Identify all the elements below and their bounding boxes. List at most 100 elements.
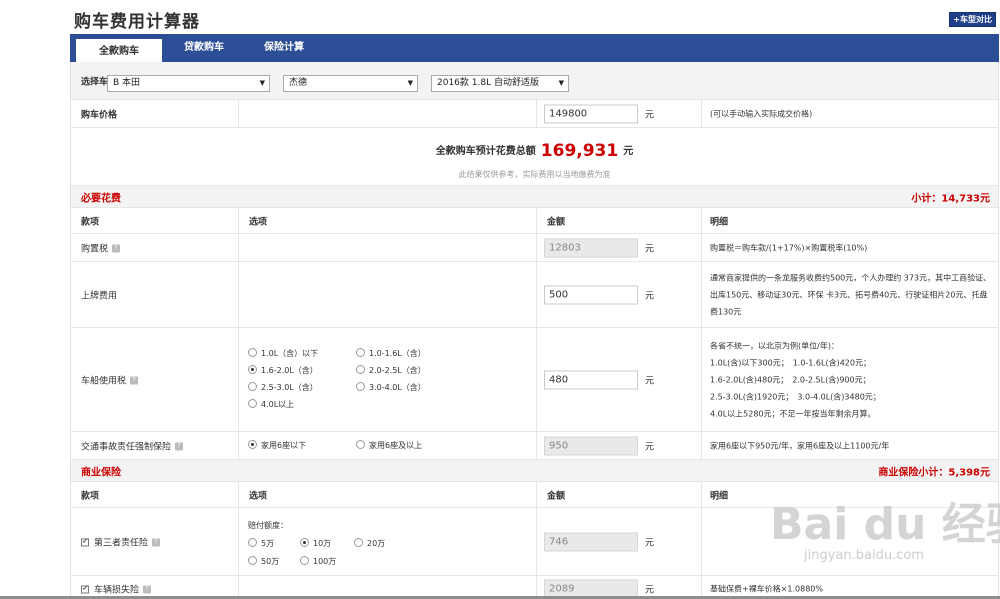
coverage-title: 赔付额度： <box>248 521 288 530</box>
chevron-down-icon: ▼ <box>558 79 564 87</box>
series-select[interactable]: 杰德 ▼ <box>283 75 418 92</box>
radio-icon <box>356 440 365 449</box>
chevron-down-icon: ▼ <box>407 79 413 87</box>
header-detail: 明细 <box>710 491 729 501</box>
purchase-tax-unit: 元 <box>645 244 655 254</box>
total-prefix: 全款购车预计花费总额 <box>435 146 536 157</box>
displacement-option[interactable]: 1.0-1.6L（含） <box>356 348 426 359</box>
commercial-subtotal: 商业保险小计：5,398元 <box>878 467 990 478</box>
header-amount: 金额 <box>547 217 566 227</box>
radio-icon <box>356 365 365 374</box>
vehicle-damage-detail: 基础保费+裸车价格×1.0880% <box>710 584 823 593</box>
coverage-option[interactable]: 100万 <box>300 556 336 567</box>
radio-icon <box>248 348 257 357</box>
radio-selected-icon <box>300 538 309 547</box>
calculator-panel: 选择车型 B 本田 ▼ 杰德 ▼ 2016款 1.8L 自动舒适版 ▼ 购车价格… <box>70 62 999 599</box>
radio-selected-icon <box>248 365 257 374</box>
series-select-value: 杰德 <box>289 78 308 88</box>
vehicle-tax-detail: 各省不统一，以北京为例(单位/年)： 1.0L(含)以下300元； 1.0-1.… <box>710 341 881 418</box>
plate-fee-input[interactable]: 500 <box>544 285 638 304</box>
third-party-row: 第三者责任险? 赔付额度： 5万 10万 20万 50万 100万 746 元 <box>71 508 998 576</box>
purchase-tax-detail: 购置税＝购车款/(1+17%)×购置税率(10%) <box>710 243 868 252</box>
vehicle-tax-input[interactable]: 480 <box>544 370 638 389</box>
header-detail: 明细 <box>710 217 729 227</box>
tab-insurance[interactable]: 保险计算 <box>246 34 322 62</box>
radio-icon <box>354 538 363 547</box>
seat-option[interactable]: 家用6座及以上 <box>356 440 422 451</box>
vehicle-tax-unit: 元 <box>645 376 655 386</box>
help-icon[interactable]: ? <box>130 376 139 385</box>
brand-select[interactable]: B 本田 ▼ <box>107 75 270 92</box>
plate-fee-detail: 通常商家提供的一条龙服务收费约500元，个人办理约 373元，其中工商验证、出库… <box>710 273 992 316</box>
tab-full-payment[interactable]: 全款购车 <box>76 37 162 63</box>
commercial-section-header: 商业保险 商业保险小计：5,398元 <box>71 460 998 482</box>
chevron-down-icon: ▼ <box>259 79 265 87</box>
required-section-header: 必要花费 小计：14,733元 <box>71 186 998 208</box>
price-row: 购车价格 149800 元 (可以手动输入实际成交价格) <box>71 100 998 128</box>
checkbox-checked-icon[interactable] <box>81 583 89 593</box>
purchase-tax-amount: 12803 <box>544 238 638 257</box>
radio-icon <box>300 556 309 565</box>
header-options: 选项 <box>249 217 268 227</box>
help-icon[interactable]: ? <box>175 442 184 451</box>
required-subtotal: 小计：14,733元 <box>911 193 990 204</box>
trim-select[interactable]: 2016款 1.8L 自动舒适版 ▼ <box>431 75 569 92</box>
commercial-column-headers: 款项 选项 金额 明细 <box>71 482 998 508</box>
radio-icon <box>356 348 365 357</box>
help-icon[interactable]: ? <box>143 585 152 594</box>
page-title: 购车费用计算器 <box>74 12 200 32</box>
purchase-tax-row: 购置税? 12803 元 购置税＝购车款/(1+17%)×购置税率(10%) <box>71 234 998 262</box>
radio-icon <box>248 538 257 547</box>
commercial-section-title: 商业保险 <box>81 467 121 478</box>
header-item: 款项 <box>81 491 100 501</box>
third-party-unit: 元 <box>645 538 655 548</box>
vehicle-tax-row: 车船使用税? 1.0L（含）以下 1.0-1.6L（含） 1.6-2.0L（含）… <box>71 328 998 432</box>
coverage-option[interactable]: 5万 <box>248 538 274 549</box>
radio-selected-icon <box>248 440 257 449</box>
vehicle-damage-label: 车辆损失险 <box>94 585 140 595</box>
compulsory-insurance-unit: 元 <box>645 442 655 452</box>
price-input[interactable]: 149800 <box>544 104 638 123</box>
coverage-option[interactable]: 20万 <box>354 538 385 549</box>
header-item: 款项 <box>81 217 100 227</box>
vehicle-damage-unit: 元 <box>645 585 655 595</box>
total-note: 此结果仅供参考，实际费用以当地缴费为准 <box>458 170 611 179</box>
tab-loan[interactable]: 贷款购车 <box>166 34 242 62</box>
compulsory-insurance-detail: 家用6座以下950元/年，家用6座及以上1100元/年 <box>710 441 890 450</box>
coverage-option[interactable]: 50万 <box>248 556 279 567</box>
total-summary: 全款购车预计花费总额 169,931 元 此结果仅供参考，实际费用以当地缴费为准 <box>71 128 998 186</box>
checkbox-checked-icon[interactable] <box>81 536 89 546</box>
radio-icon <box>248 382 257 391</box>
displacement-option[interactable]: 4.0L以上 <box>248 399 294 410</box>
model-select-row: 选择车型 B 本田 ▼ 杰德 ▼ 2016款 1.8L 自动舒适版 ▼ <box>71 62 998 100</box>
compulsory-insurance-label: 交通事故责任强制保险 <box>81 442 172 452</box>
header-options: 选项 <box>249 491 268 501</box>
radio-icon <box>248 556 257 565</box>
total-amount: 169,931 <box>540 141 619 161</box>
displacement-option[interactable]: 1.0L（含）以下 <box>248 348 318 359</box>
help-icon[interactable]: ? <box>152 538 161 547</box>
price-unit: 元 <box>645 110 655 120</box>
required-column-headers: 款项 选项 金额 明细 <box>71 208 998 234</box>
displacement-option[interactable]: 2.0-2.5L（含） <box>356 365 426 376</box>
required-section-title: 必要花费 <box>81 193 121 204</box>
displacement-option-selected[interactable]: 1.6-2.0L（含） <box>248 365 318 376</box>
brand-select-value: B 本田 <box>113 78 141 88</box>
help-icon[interactable]: ? <box>112 244 121 253</box>
vehicle-tax-label: 车船使用税 <box>81 376 127 386</box>
displacement-option[interactable]: 3.0-4.0L（含） <box>356 382 426 393</box>
total-unit: 元 <box>623 146 634 157</box>
plate-fee-row: 上牌费用 500 元 通常商家提供的一条龙服务收费约500元，个人办理约 373… <box>71 262 998 328</box>
compare-models-button[interactable]: +车型对比 <box>949 12 996 27</box>
coverage-option-selected[interactable]: 10万 <box>300 538 331 549</box>
compulsory-insurance-amount: 950 <box>544 436 638 455</box>
third-party-amount: 746 <box>544 532 638 551</box>
displacement-option[interactable]: 2.5-3.0L（含） <box>248 382 318 393</box>
purchase-tax-label: 购置税 <box>81 244 109 254</box>
trim-select-value: 2016款 1.8L 自动舒适版 <box>437 78 539 88</box>
seat-option-selected[interactable]: 家用6座以下 <box>248 440 306 451</box>
plate-fee-unit: 元 <box>645 291 655 301</box>
plate-fee-label: 上牌费用 <box>81 291 118 301</box>
header-amount: 金额 <box>547 491 566 501</box>
price-label: 购车价格 <box>81 110 118 120</box>
